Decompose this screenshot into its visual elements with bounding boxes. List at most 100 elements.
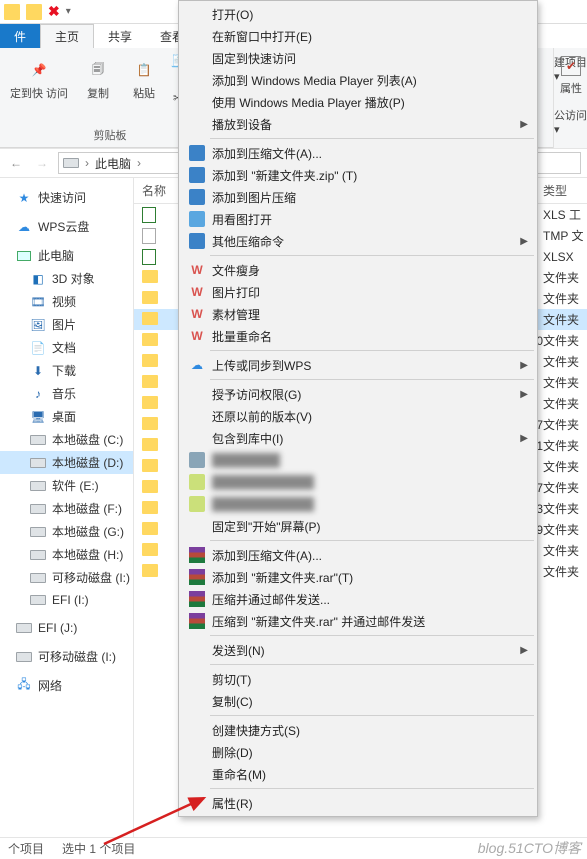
ctx-other-compress[interactable]: 其他压缩命令▶ (180, 230, 536, 252)
sidebar-drive-h[interactable]: 本地磁盘 (H:) (0, 543, 133, 566)
sidebar-desktop[interactable]: 🖥桌面 (0, 405, 133, 428)
ctx-rename[interactable]: 重命名(M) (180, 763, 536, 785)
ctx-include-library[interactable]: 包含到库中(I)▶ (180, 427, 536, 449)
drive-icon (30, 455, 46, 471)
ctx-blurred-2[interactable]: ████████████ (180, 471, 536, 493)
ctx-open-new-window[interactable]: 在新窗口中打开(E) (180, 25, 536, 47)
ctx-wps-print[interactable]: W图片打印 (180, 281, 536, 303)
sidebar-efi-j[interactable]: EFI (J:) (0, 617, 133, 639)
nav-tree[interactable]: ★快速访问 ☁WPS云盘 此电脑 ◧3D 对象 🎞视频 🖼图片 📄文档 ⬇下载 … (0, 178, 134, 837)
rar-icon (186, 547, 208, 563)
folder-icon (142, 354, 158, 370)
tab-share[interactable]: 共享 (94, 24, 146, 48)
drive-icon (30, 501, 46, 517)
ctx-zip-image[interactable]: 添加到图片压缩 (180, 186, 536, 208)
sidebar-this-pc[interactable]: 此电脑 (0, 244, 133, 267)
sidebar-efi-i[interactable]: EFI (I:) (0, 589, 133, 611)
separator (210, 379, 534, 380)
ctx-rar-mail-named[interactable]: 压缩到 "新建文件夹.rar" 并通过邮件发送 (180, 610, 536, 632)
col-type[interactable]: 类型 (543, 182, 587, 199)
ctx-wmp-list[interactable]: 添加到 Windows Media Player 列表(A) (180, 69, 536, 91)
sidebar-pictures[interactable]: 🖼图片 (0, 313, 133, 336)
drive-icon (63, 158, 79, 168)
separator (210, 350, 534, 351)
ctx-zip-named[interactable]: 添加到 "新建文件夹.zip" (T) (180, 164, 536, 186)
cloud-icon: ☁ (16, 219, 32, 235)
ctx-rar-add[interactable]: 添加到压缩文件(A)... (180, 544, 536, 566)
item-count: 个项目 (8, 840, 44, 857)
ctx-cast[interactable]: 播放到设备▶ (180, 113, 536, 135)
ctx-copy[interactable]: 复制(C) (180, 690, 536, 712)
tab-home[interactable]: 主页 (40, 24, 94, 48)
sidebar-downloads[interactable]: ⬇下载 (0, 359, 133, 382)
sidebar-drive-c[interactable]: 本地磁盘 (C:) (0, 428, 133, 451)
ctx-create-shortcut[interactable]: 创建快捷方式(S) (180, 719, 536, 741)
folder-icon (142, 543, 158, 559)
folder-icon (142, 375, 158, 391)
back-button[interactable]: ← (6, 156, 26, 170)
ctx-blurred-3[interactable]: ████████████ (180, 493, 536, 515)
sidebar-drive-g[interactable]: 本地磁盘 (G:) (0, 520, 133, 543)
sidebar-quick-access[interactable]: ★快速访问 (0, 186, 133, 209)
separator (210, 788, 534, 789)
ctx-zip-a[interactable]: 添加到压缩文件(A)... (180, 142, 536, 164)
separator (210, 540, 534, 541)
drive-icon (16, 620, 32, 636)
ctx-rar-add-named[interactable]: 添加到 "新建文件夹.rar"(T) (180, 566, 536, 588)
paste-button[interactable]: 📋 粘贴 (124, 52, 164, 103)
paste-icon: 📋 (128, 54, 160, 86)
ctx-wps-batch[interactable]: W批量重命名 (180, 325, 536, 347)
sidebar-drive-f[interactable]: 本地磁盘 (F:) (0, 497, 133, 520)
sidebar-drive-d[interactable]: 本地磁盘 (D:) (0, 451, 133, 474)
ctx-grant-access[interactable]: 授予访问权限(G)▶ (180, 383, 536, 405)
tab-file[interactable]: 件 (0, 24, 40, 48)
watermark: blog.51CTO博客 (478, 838, 581, 858)
wps-icon: W (186, 263, 208, 277)
document-icon: 📄 (30, 340, 46, 356)
sidebar-wps-cloud[interactable]: ☁WPS云盘 (0, 215, 133, 238)
drive-icon (30, 432, 46, 448)
separator (210, 635, 534, 636)
sidebar-drive-e[interactable]: 软件 (E:) (0, 474, 133, 497)
sidebar-network[interactable]: 🖧网络 (0, 674, 133, 697)
ctx-pin-quick[interactable]: 固定到快速访问 (180, 47, 536, 69)
ctx-wps-asset[interactable]: W素材管理 (180, 303, 536, 325)
ctx-previous-versions[interactable]: 还原以前的版本(V) (180, 405, 536, 427)
drive-icon (30, 524, 46, 540)
pin-button[interactable]: 📌 定到快 访问 (6, 52, 72, 103)
sidebar-removable-i2[interactable]: 可移动磁盘 (I:) (0, 645, 133, 668)
ctx-send-to[interactable]: 发送到(N)▶ (180, 639, 536, 661)
sidebar-videos[interactable]: 🎞视频 (0, 290, 133, 313)
ctx-wps-upload[interactable]: ☁上传或同步到WPS▶ (180, 354, 536, 376)
sidebar-removable-i1[interactable]: 可移动磁盘 (I:) (0, 566, 133, 589)
drive-icon (30, 478, 46, 494)
separator (210, 664, 534, 665)
sidebar-music[interactable]: ♪音乐 (0, 382, 133, 405)
dropdown-icon[interactable]: ▾ (66, 6, 71, 17)
copy-button[interactable]: 🗐 复制 (78, 52, 118, 103)
checkbox-icon: ✔ 属性 (555, 56, 587, 96)
picture-icon: 🖼 (30, 317, 46, 333)
sidebar-documents[interactable]: 📄文档 (0, 336, 133, 359)
ctx-wps-slim[interactable]: W文件瘦身 (180, 259, 536, 281)
zip-icon (186, 167, 208, 183)
sidebar-3d-objects[interactable]: ◧3D 对象 (0, 267, 133, 290)
folder-icon (142, 438, 158, 454)
folder-icon (142, 564, 158, 580)
ctx-properties[interactable]: 属性(R) (180, 792, 536, 814)
ctx-blurred-1[interactable]: ████████ (180, 449, 536, 471)
chevron-right-icon: ▶ (520, 236, 528, 247)
breadcrumb-this-pc[interactable]: 此电脑 (95, 155, 131, 172)
folder-icon (142, 270, 158, 286)
ctx-rar-mail[interactable]: 压缩并通过邮件发送... (180, 588, 536, 610)
ctx-open-with-img[interactable]: 用看图打开 (180, 208, 536, 230)
video-icon: 🎞 (30, 294, 46, 310)
ctx-wmp-play[interactable]: 使用 Windows Media Player 播放(P) (180, 91, 536, 113)
ctx-delete[interactable]: 删除(D) (180, 741, 536, 763)
folder-icon (142, 396, 158, 412)
forward-button[interactable]: → (32, 156, 52, 170)
ctx-cut[interactable]: 剪切(T) (180, 668, 536, 690)
ctx-open[interactable]: 打开(O) (180, 3, 536, 25)
access-button[interactable]: 公访问 ▾ (554, 107, 587, 136)
ctx-pin-start[interactable]: 固定到"开始"屏幕(P) (180, 515, 536, 537)
